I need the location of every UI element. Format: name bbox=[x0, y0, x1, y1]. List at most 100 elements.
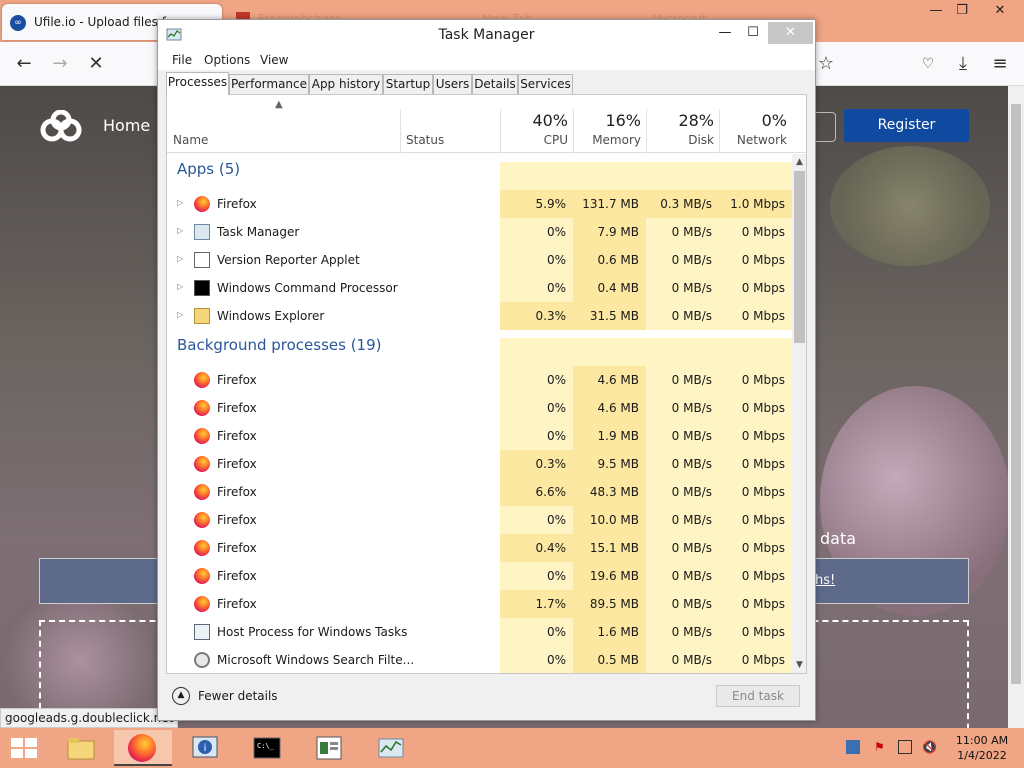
column-network[interactable]: Network bbox=[717, 133, 787, 147]
windows-start-icon[interactable] bbox=[8, 736, 40, 760]
column-status[interactable]: Status bbox=[406, 133, 444, 147]
process-row[interactable]: Firefox 0% 10.0 MB 0 MB/s 0 Mbps bbox=[167, 506, 792, 534]
process-row[interactable]: Firefox 0% 4.6 MB 0 MB/s 0 Mbps bbox=[167, 394, 792, 422]
menu-view[interactable]: View bbox=[260, 53, 288, 67]
pocket-icon[interactable]: ♡ bbox=[916, 52, 940, 76]
process-cpu: 0.4% bbox=[535, 541, 567, 555]
menu-options[interactable]: Options bbox=[204, 53, 250, 67]
column-memory[interactable]: Memory bbox=[571, 133, 641, 147]
bookmark-star-icon[interactable]: ☆ bbox=[814, 52, 838, 76]
firefox-icon bbox=[194, 400, 210, 416]
page-scrollbar[interactable] bbox=[1008, 86, 1024, 728]
display-tray-icon[interactable] bbox=[898, 740, 912, 754]
page-scroll-thumb[interactable] bbox=[1011, 104, 1021, 684]
system-clock[interactable]: 11:00 AM 1/4/2022 bbox=[950, 733, 1014, 763]
expand-chevron-icon[interactable]: ▷ bbox=[177, 254, 183, 263]
firefox-icon bbox=[194, 540, 210, 556]
scroll-up-arrow-icon[interactable]: ▲ bbox=[792, 154, 806, 170]
disk-percent[interactable]: 28% bbox=[644, 111, 714, 130]
tm-minimize-button[interactable]: — bbox=[710, 22, 740, 44]
volume-muted-icon[interactable]: 🔇 bbox=[922, 740, 937, 754]
process-row[interactable]: Firefox 6.6% 48.3 MB 0 MB/s 0 Mbps bbox=[167, 478, 792, 506]
taskbar-task-manager[interactable] bbox=[362, 730, 420, 766]
background-leaf bbox=[830, 146, 990, 266]
process-name: Firefox bbox=[217, 429, 257, 443]
process-disk: 0 MB/s bbox=[671, 225, 712, 239]
column-cpu[interactable]: CPU bbox=[498, 133, 568, 147]
browser-close-button[interactable]: ✕ bbox=[978, 0, 1022, 22]
expand-chevron-icon[interactable]: ▷ bbox=[177, 282, 183, 291]
heat-cell bbox=[719, 162, 792, 190]
process-net: 0 Mbps bbox=[741, 597, 785, 611]
process-row[interactable]: ▷ Version Reporter Applet 0% 0.6 MB 0 MB/s 0 … bbox=[167, 246, 792, 274]
banner-link[interactable]: hs! bbox=[815, 573, 835, 588]
heat-cell bbox=[719, 338, 792, 366]
end-task-button[interactable]: End task bbox=[716, 685, 800, 707]
process-list-scrollbar[interactable]: ▲ ▼ bbox=[792, 154, 806, 673]
tab-users[interactable]: Users bbox=[433, 74, 472, 94]
tm-maximize-button[interactable]: ☐ bbox=[738, 22, 768, 44]
menu-hamburger-icon[interactable]: ≡ bbox=[988, 52, 1012, 76]
process-row[interactable]: Firefox 0.3% 9.5 MB 0 MB/s 0 Mbps bbox=[167, 450, 792, 478]
process-row[interactable]: Firefox 0% 19.6 MB 0 MB/s 0 Mbps bbox=[167, 562, 792, 590]
process-row[interactable]: Firefox 0% 4.6 MB 0 MB/s 0 Mbps bbox=[167, 366, 792, 394]
forward-arrow-icon[interactable]: → bbox=[48, 52, 72, 76]
action-center-icon[interactable]: ⚑ bbox=[874, 740, 888, 754]
process-row[interactable]: Microsoft Windows Search Filte... 0% 0.5 M… bbox=[167, 646, 792, 673]
process-cpu: 0% bbox=[546, 429, 566, 443]
process-row[interactable]: ▷ Firefox 5.9% 131.7 MB 0.3 MB/s 1.0 Mbps bbox=[167, 190, 792, 218]
tab-services[interactable]: Services bbox=[518, 74, 573, 94]
tm-close-button[interactable]: ✕ bbox=[768, 22, 813, 44]
process-row[interactable]: Firefox 0% 1.9 MB 0 MB/s 0 Mbps bbox=[167, 422, 792, 450]
expand-chevron-icon[interactable]: ▷ bbox=[177, 226, 183, 235]
memory-percent[interactable]: 16% bbox=[571, 111, 641, 130]
login-button[interactable] bbox=[816, 112, 836, 142]
tab-details[interactable]: Details bbox=[472, 74, 518, 94]
process-net: 0 Mbps bbox=[741, 429, 785, 443]
stop-loading-icon[interactable]: ✕ bbox=[84, 52, 108, 76]
process-net: 0 Mbps bbox=[741, 485, 785, 499]
column-name[interactable]: Name bbox=[173, 133, 208, 147]
process-row[interactable]: ▷ Windows Explorer 0.3% 31.5 MB 0 MB/s 0 Mbps bbox=[167, 302, 792, 330]
process-row[interactable]: Host Process for Windows Tasks 0% 1.6 MB 0 … bbox=[167, 618, 792, 646]
register-button[interactable]: Register bbox=[844, 109, 969, 142]
back-arrow-icon[interactable]: ← bbox=[12, 52, 36, 76]
ufile-logo-icon[interactable] bbox=[38, 110, 84, 146]
tab-app-history[interactable]: App history bbox=[309, 74, 383, 94]
process-name: Firefox bbox=[217, 597, 257, 611]
process-mem: 10.0 MB bbox=[589, 513, 639, 527]
heat-cell bbox=[500, 162, 573, 190]
home-link[interactable]: Home bbox=[103, 116, 150, 135]
menu-file[interactable]: File bbox=[172, 53, 192, 67]
task-manager-titlebar[interactable]: Task Manager — ☐ ✕ bbox=[158, 20, 815, 50]
task-manager-window: Task Manager — ☐ ✕ File Options View Pro… bbox=[157, 19, 816, 721]
tab-startup[interactable]: Startup bbox=[383, 74, 433, 94]
process-name: Firefox bbox=[217, 197, 257, 211]
taskbar-version-reporter[interactable]: i bbox=[176, 730, 234, 766]
process-row[interactable]: ▷ Windows Command Processor 0% 0.4 MB 0 MB/s… bbox=[167, 274, 792, 302]
process-row[interactable]: ▷ Task Manager 0% 7.9 MB 0 MB/s 0 Mbps bbox=[167, 218, 792, 246]
process-mem: 7.9 MB bbox=[597, 225, 639, 239]
taskbar-file-explorer[interactable] bbox=[52, 730, 110, 766]
downloads-icon[interactable]: ⤓ bbox=[951, 52, 975, 76]
network-percent[interactable]: 0% bbox=[717, 111, 787, 130]
process-row[interactable]: Firefox 1.7% 89.5 MB 0 MB/s 0 Mbps bbox=[167, 590, 792, 618]
process-scroll-thumb[interactable] bbox=[794, 171, 805, 343]
cpu-percent[interactable]: 40% bbox=[498, 111, 568, 130]
process-name: Firefox bbox=[217, 569, 257, 583]
tab-processes[interactable]: Processes bbox=[166, 72, 229, 95]
window-icon bbox=[316, 736, 342, 760]
column-disk[interactable]: Disk bbox=[644, 133, 714, 147]
taskbar-command-prompt[interactable]: C:\_ bbox=[238, 730, 296, 766]
process-row[interactable]: Firefox 0.4% 15.1 MB 0 MB/s 0 Mbps bbox=[167, 534, 792, 562]
process-net: 0 Mbps bbox=[741, 625, 785, 639]
expand-chevron-icon[interactable]: ▷ bbox=[177, 198, 183, 207]
network-tray-icon[interactable] bbox=[846, 740, 860, 754]
expand-chevron-icon[interactable]: ▷ bbox=[177, 310, 183, 319]
taskbar-firefox[interactable] bbox=[114, 730, 172, 766]
process-disk: 0 MB/s bbox=[671, 457, 712, 471]
scroll-down-arrow-icon[interactable]: ▼ bbox=[792, 657, 806, 673]
tab-performance[interactable]: Performance bbox=[229, 74, 309, 94]
process-name: Firefox bbox=[217, 541, 257, 555]
taskbar-window-app[interactable] bbox=[300, 730, 358, 766]
